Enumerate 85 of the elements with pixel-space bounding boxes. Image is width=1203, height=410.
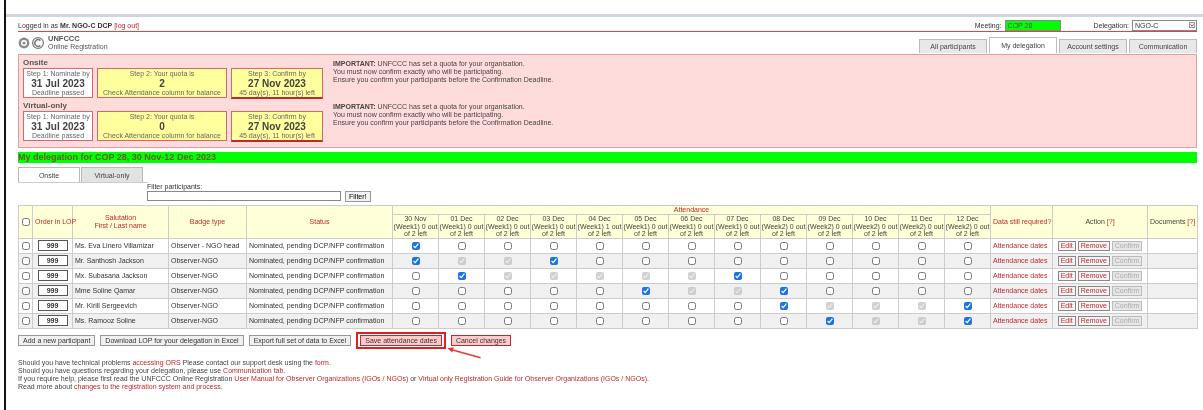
- attendance-checkbox[interactable]: [595, 301, 604, 310]
- attendance-checkbox[interactable]: [917, 286, 926, 295]
- row-checkbox[interactable]: [21, 301, 30, 310]
- attendance-checkbox[interactable]: [503, 301, 512, 310]
- step-value: 27 Nov 2023: [248, 120, 306, 132]
- attendance-checkbox[interactable]: [595, 256, 604, 265]
- attendance-checkbox[interactable]: [733, 256, 742, 265]
- attendance-checkbox[interactable]: [917, 256, 926, 265]
- section-title: Virtual-only: [23, 101, 68, 110]
- attendance-checkbox[interactable]: [963, 316, 972, 325]
- attendance-checkbox[interactable]: [549, 241, 558, 250]
- attendance-checkbox[interactable]: [871, 271, 880, 280]
- row-checkbox[interactable]: [21, 241, 30, 250]
- attendance-checkbox[interactable]: [549, 256, 558, 265]
- attendance-checkbox[interactable]: [779, 271, 788, 280]
- attendance-checkbox[interactable]: [641, 301, 650, 310]
- filter-input[interactable]: [147, 191, 341, 201]
- attendance-checkbox[interactable]: [687, 241, 696, 250]
- attendance-checkbox[interactable]: [641, 316, 650, 325]
- attendance-checkbox[interactable]: [825, 256, 834, 265]
- attendance-checkbox[interactable]: [687, 301, 696, 310]
- attendance-checkbox[interactable]: [687, 316, 696, 325]
- attendance-checkbox[interactable]: [963, 271, 972, 280]
- attendance-checkbox[interactable]: [411, 301, 420, 310]
- attendance-checkbox[interactable]: [917, 241, 926, 250]
- attendance-checkbox[interactable]: [779, 256, 788, 265]
- attendance-checkbox[interactable]: [733, 301, 742, 310]
- attendance-checkbox[interactable]: [457, 286, 466, 295]
- attendance-checkbox[interactable]: [871, 256, 880, 265]
- row-checkbox[interactable]: [21, 271, 30, 280]
- attendance-checkbox[interactable]: [963, 286, 972, 295]
- step-value: 31 Jul 2023: [31, 120, 85, 132]
- attendance-checkbox[interactable]: [411, 241, 420, 250]
- attendance-checkbox[interactable]: [411, 286, 420, 295]
- attendance-checkbox[interactable]: [411, 271, 420, 280]
- attendance-checkbox[interactable]: [503, 286, 512, 295]
- attendance-checkbox[interactable]: [963, 301, 972, 310]
- attendance-checkbox[interactable]: [871, 286, 880, 295]
- attendance-checkbox[interactable]: [871, 241, 880, 250]
- row-checkbox[interactable]: [21, 286, 30, 295]
- attendance-checkbox[interactable]: [457, 301, 466, 310]
- attendance-checkbox[interactable]: [825, 271, 834, 280]
- attendance-checkbox[interactable]: [733, 271, 742, 280]
- attendance-checkbox[interactable]: [687, 256, 696, 265]
- attendance-checkbox[interactable]: [411, 256, 420, 265]
- attendance-checkbox[interactable]: [963, 256, 972, 265]
- attendance-checkbox[interactable]: [733, 241, 742, 250]
- attendance-checkbox[interactable]: [825, 286, 834, 295]
- attendance-checkbox[interactable]: [779, 301, 788, 310]
- attendance-checkbox[interactable]: [457, 316, 466, 325]
- delegation-title-bar: My delegation for COP 28, 30 Nov-12 Dec 2023: [18, 152, 1197, 163]
- attendance-checkbox[interactable]: [779, 286, 788, 295]
- attendance-checkbox[interactable]: [411, 316, 420, 325]
- attendance-checkbox[interactable]: [595, 316, 604, 325]
- attendance-checkbox[interactable]: [457, 271, 466, 280]
- attendance-checkbox[interactable]: [733, 316, 742, 325]
- attendance-checkbox[interactable]: [641, 241, 650, 250]
- attendance-checkbox[interactable]: [917, 271, 926, 280]
- attendance-checkbox[interactable]: [549, 301, 558, 310]
- row-checkbox[interactable]: [21, 316, 30, 325]
- dropdown-icon: [1189, 22, 1195, 28]
- step-value: 31 Jul 2023: [31, 77, 85, 89]
- select-all-checkbox[interactable]: [21, 217, 30, 226]
- step-value: 27 Nov 2023: [248, 77, 306, 89]
- attendance-checkbox[interactable]: [549, 286, 558, 295]
- attendance-checkbox[interactable]: [641, 286, 650, 295]
- attendance-checkbox[interactable]: [503, 316, 512, 325]
- row-checkbox[interactable]: [21, 256, 30, 265]
- attendance-checkbox[interactable]: [825, 241, 834, 250]
- annotation-arrow: [445, 345, 482, 359]
- attendance-checkbox[interactable]: [595, 286, 604, 295]
- attendance-checkbox[interactable]: [457, 241, 466, 250]
- section-title: Onsite: [23, 58, 49, 67]
- attendance-checkbox[interactable]: [503, 241, 512, 250]
- attendance-checkbox[interactable]: [825, 316, 834, 325]
- attendance-checkbox[interactable]: [549, 316, 558, 325]
- un-emblem-icon: [18, 36, 30, 49]
- attendance-checkbox[interactable]: [595, 241, 604, 250]
- step-value: 2: [159, 77, 165, 89]
- step-value: 0: [159, 120, 165, 132]
- climate-logo-icon: [32, 36, 44, 49]
- attendance-checkbox[interactable]: [779, 316, 788, 325]
- attendance-checkbox[interactable]: [641, 256, 650, 265]
- attendance-checkbox[interactable]: [779, 241, 788, 250]
- attendance-checkbox[interactable]: [963, 241, 972, 250]
